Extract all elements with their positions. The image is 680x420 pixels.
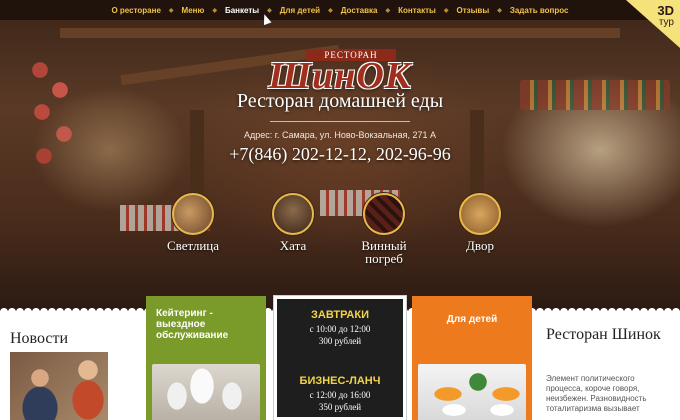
nav-separator-icon: ◆ bbox=[168, 7, 174, 14]
hall-wine-cellar-thumbnail bbox=[363, 193, 405, 235]
catering-card-title: Кейтеринг - выездное обслуживание bbox=[156, 308, 229, 341]
hall-svetlitsa-thumbnail bbox=[172, 193, 214, 235]
hall-label: Двор bbox=[466, 238, 494, 253]
nav-item-about[interactable]: О ресторане bbox=[109, 6, 162, 15]
about-text: Элемент политического процесса, короче г… bbox=[546, 374, 647, 413]
hall-svetlitsa[interactable]: Светлица bbox=[153, 193, 233, 252]
halls-row: Светлица Хата Винный погреб Двор bbox=[0, 193, 680, 273]
hall-khata-thumbnail bbox=[272, 193, 314, 235]
about-heading: Ресторан Шинок bbox=[546, 326, 661, 343]
nav-item-contacts[interactable]: Контакты bbox=[396, 6, 438, 15]
hall-label: Винный погреб bbox=[361, 238, 407, 266]
nav-item-ask-question[interactable]: Задать вопрос bbox=[508, 6, 571, 15]
kids-photo bbox=[418, 364, 526, 420]
nav-item-reviews[interactable]: Отзывы bbox=[454, 6, 491, 15]
catering-card[interactable]: Кейтеринг - выездное обслуживание bbox=[146, 296, 266, 420]
nav-separator-icon: ◆ bbox=[212, 7, 217, 14]
lunch-title: БИЗНЕС-ЛАНЧ bbox=[299, 375, 381, 387]
kids-card[interactable]: Для детей bbox=[412, 296, 532, 420]
nav-separator-icon: ◆ bbox=[328, 7, 333, 14]
breakfast-price: 300 рублей bbox=[318, 336, 362, 346]
nav-item-menu[interactable]: Меню bbox=[180, 6, 207, 15]
lunch-time: с 12:00 до 16:00 bbox=[309, 390, 371, 400]
nav-separator-icon: ◆ bbox=[385, 7, 391, 14]
ceiling-beam bbox=[60, 28, 620, 38]
top-navigation: О ресторане ◆ Меню ◆ Банкеты ◆ Для детей… bbox=[0, 0, 680, 20]
nav-separator-icon: ◆ bbox=[443, 7, 449, 14]
lunch-price: 350 рублей bbox=[318, 402, 362, 412]
phone-numbers: +7(846) 202-12-12, 202-96-96 bbox=[229, 144, 451, 164]
hall-wine-cellar[interactable]: Винный погреб bbox=[344, 193, 424, 265]
breakfast-time: с 10:00 до 12:00 bbox=[309, 324, 371, 334]
breakfast-title: ЗАВТРАКИ bbox=[310, 309, 369, 321]
meals-card[interactable]: ЗАВТРАКИ с 10:00 до 12:00 300 рублей БИЗ… bbox=[274, 296, 406, 420]
hall-label: Светлица bbox=[166, 238, 220, 253]
nav-item-banquets[interactable]: Банкеты bbox=[223, 6, 261, 15]
catering-photo bbox=[152, 364, 260, 420]
hero-tagline: Ресторан домашней еды bbox=[236, 90, 444, 112]
hall-courtyard-thumbnail bbox=[459, 193, 501, 235]
news-heading[interactable]: Новости bbox=[10, 330, 68, 348]
address-text: Адрес: г. Самара, ул. Ново-Вокзальная, 2… bbox=[244, 130, 436, 140]
nav-item-delivery[interactable]: Доставка bbox=[339, 6, 380, 15]
hall-courtyard[interactable]: Двор bbox=[440, 193, 520, 252]
nav-separator-icon: ◆ bbox=[497, 7, 502, 14]
hall-khata[interactable]: Хата bbox=[253, 193, 333, 252]
hall-label: Хата bbox=[279, 238, 307, 253]
nav-item-kids[interactable]: Для детей bbox=[278, 6, 322, 15]
news-photo[interactable] bbox=[10, 352, 108, 420]
kids-card-title: Для детей bbox=[446, 314, 498, 325]
hero-divider bbox=[270, 121, 410, 122]
